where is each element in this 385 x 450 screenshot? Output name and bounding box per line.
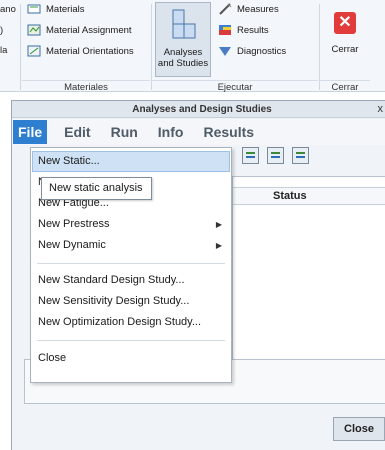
measures-button[interactable]: Measures (218, 3, 279, 15)
materials-button[interactable]: Materials (27, 3, 85, 15)
menu-item-close[interactable]: Close (32, 348, 230, 369)
menu-separator (37, 263, 225, 264)
submenu-arrow-icon: ▶ (215, 220, 222, 229)
menu-item-label: New Prestress (38, 218, 110, 230)
analyses-list[interactable]: Status (232, 176, 385, 386)
tooltip: New static analysis (41, 177, 152, 200)
ribbon: ano ) la Materials Material Assignment M… (0, 0, 385, 93)
ribbon-separator (319, 4, 320, 90)
menu-file[interactable]: File (13, 120, 48, 144)
menu-item-new-prestress[interactable]: New Prestress ▶ (32, 214, 230, 235)
results-label: Results (237, 24, 269, 36)
group-label-cerrar: Cerrar (320, 80, 370, 93)
cerrar-label: Cerrar (331, 44, 359, 55)
group-label-ejecutar: Ejecutar (152, 80, 318, 93)
toolbar-info-icon[interactable] (292, 147, 309, 164)
dialog-title: Analyses and Design Studies (12, 101, 385, 118)
ribbon-cut-label-1: ano (0, 4, 16, 15)
menu-item-new-standard-design-study[interactable]: New Standard Design Study... (32, 270, 230, 291)
measures-icon (218, 3, 232, 15)
menubar: File Edit Run Info Results (12, 119, 385, 145)
menu-item-new-static[interactable]: New Static... (32, 151, 230, 172)
material-assignment-button[interactable]: Material Assignment (27, 24, 132, 36)
close-x-icon: ✕ (334, 12, 356, 34)
submenu-arrow-icon: ▶ (215, 241, 222, 250)
menu-item-new-optimization-design-study[interactable]: New Optimization Design Study... (32, 312, 230, 333)
materials-icon (27, 3, 41, 15)
toolbar-list-icon[interactable] (242, 147, 259, 164)
analyses-icon (172, 9, 196, 39)
close-button[interactable]: Close (333, 417, 385, 441)
material-assignment-label: Material Assignment (46, 24, 132, 36)
status-column-header[interactable]: Status (233, 187, 385, 205)
diagnostics-button[interactable]: Diagnostics (218, 45, 286, 57)
menu-item-new-dynamic[interactable]: New Dynamic ▶ (32, 235, 230, 256)
diagnostics-icon (218, 45, 232, 57)
menu-separator (37, 340, 225, 341)
material-orientations-icon (27, 45, 41, 57)
ribbon-separator (151, 4, 152, 90)
ribbon-cut-label-3: la (0, 45, 8, 56)
ribbon-cut-label-2: ) (0, 25, 4, 36)
measures-label: Measures (237, 3, 279, 15)
material-assignment-icon (27, 24, 41, 36)
analyses-and-studies-button[interactable]: Analyses and Studies (155, 2, 211, 77)
material-orientations-label: Material Orientations (46, 45, 134, 57)
results-icon (218, 24, 232, 36)
menu-item-label: New Dynamic (38, 239, 106, 251)
materials-label: Materials (46, 3, 85, 15)
dialog-toolbar (242, 147, 317, 164)
diagnostics-label: Diagnostics (237, 45, 287, 57)
menu-results[interactable]: Results (200, 120, 257, 144)
material-orientations-button[interactable]: Material Orientations (27, 45, 134, 57)
menu-run[interactable]: Run (108, 120, 141, 144)
menu-item-new-sensitivity-design-study[interactable]: New Sensitivity Design Study... (32, 291, 230, 312)
menu-edit[interactable]: Edit (61, 120, 93, 144)
analyses-and-studies-label: Analyses and Studies (157, 47, 209, 69)
dialog-close-icon[interactable]: x (378, 101, 384, 118)
menu-info[interactable]: Info (155, 120, 187, 144)
toolbar-copy-icon[interactable] (267, 147, 284, 164)
ribbon-separator (20, 4, 21, 90)
group-label-materiales: Materiales (22, 80, 150, 93)
cerrar-button[interactable]: ✕ Cerrar (323, 2, 367, 77)
results-button[interactable]: Results (218, 24, 269, 36)
